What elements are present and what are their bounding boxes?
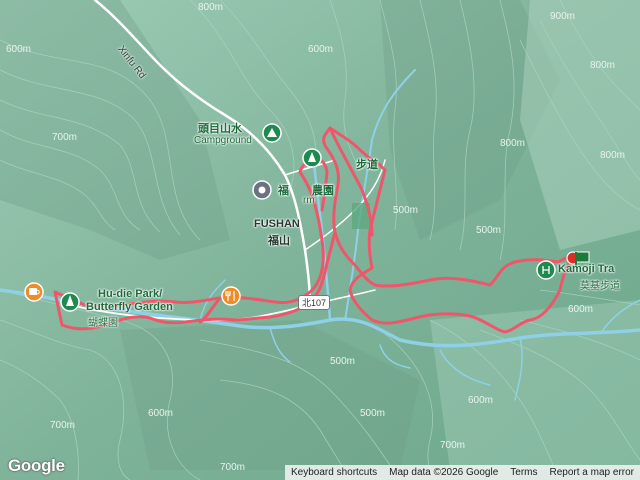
route-shield: 北107: [298, 295, 331, 310]
butterfly-garden-label: Butterfly Garden: [86, 301, 173, 313]
contour-label: 600m: [568, 304, 594, 315]
contour-label: 800m: [500, 138, 526, 149]
report-error-link[interactable]: Report a map error: [544, 467, 640, 478]
hudie-zh-label: 蝴蝶園: [88, 318, 118, 329]
contour-label: 800m: [600, 150, 626, 161]
campground-name: 頭目山水: [198, 123, 242, 135]
contour-label: 500m: [330, 356, 356, 367]
park-marker-top: [302, 148, 322, 168]
farm-label: 農園: [312, 185, 334, 197]
contour-label: 500m: [360, 408, 386, 419]
contour-label: 600m: [308, 44, 334, 55]
contour-label: 700m: [440, 440, 466, 451]
contour-label: 600m: [148, 408, 174, 419]
contour-label: 500m: [476, 225, 502, 236]
attribution-bar: Keyboard shortcuts Map data ©2026 Google…: [284, 465, 640, 480]
kamoji-trail-label: Kamoji Tra: [558, 263, 615, 275]
campground-marker: [262, 123, 282, 143]
contour-label: 700m: [220, 462, 246, 473]
campground-type: Campground: [194, 135, 252, 146]
hudie-park-label: Hu-die Park/: [98, 288, 163, 300]
contour-label: 600m: [6, 44, 32, 55]
farm-sub-label: rm: [303, 195, 315, 206]
google-logo[interactable]: Google: [8, 456, 65, 476]
restaurant-icon: [221, 286, 241, 306]
restaurant-marker: [221, 286, 241, 306]
contour-label: 600m: [468, 395, 494, 406]
cafe-marker: [24, 282, 44, 302]
fushan-partial-label: 福: [278, 185, 289, 197]
contour-label: 800m: [198, 2, 224, 13]
park-marker-hudie: [60, 292, 80, 312]
kamoji-zh-label: 莫基步道: [580, 281, 620, 292]
contour-label: 700m: [52, 132, 78, 143]
start-flag-icon: [575, 251, 590, 263]
contour-label: 500m: [393, 205, 419, 216]
town-label-zh: 福山: [268, 235, 290, 247]
trail-marker: [536, 260, 556, 280]
contour-label: 700m: [50, 420, 76, 431]
contour-label: 800m: [590, 60, 616, 71]
contour-label: 900m: [550, 11, 576, 22]
keyboard-shortcuts-link[interactable]: Keyboard shortcuts: [285, 467, 383, 478]
map-data-text: Map data ©2026 Google: [389, 467, 499, 478]
town-label-en: FUSHAN: [254, 218, 300, 230]
terrain-map[interactable]: [0, 0, 640, 480]
trail-top-label: 步道: [356, 159, 378, 171]
place-marker: [252, 180, 272, 200]
terms-link[interactable]: Terms: [504, 467, 543, 478]
